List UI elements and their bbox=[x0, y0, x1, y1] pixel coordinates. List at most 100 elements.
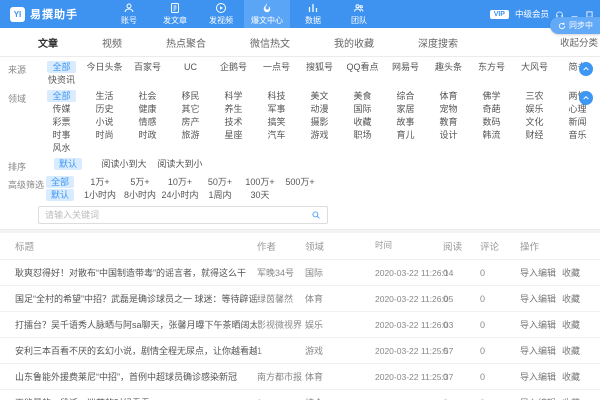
article-title[interactable]: 正能量的一段话，迷茫的时候看看 bbox=[0, 396, 257, 400]
filter-chip[interactable]: 美食 bbox=[341, 90, 384, 102]
filter-chip[interactable]: 全部 bbox=[40, 176, 80, 188]
filter-chip[interactable]: 大风号 bbox=[513, 61, 556, 73]
tab-0[interactable]: 文章 bbox=[38, 35, 58, 50]
search-input[interactable] bbox=[45, 210, 311, 220]
tab-1[interactable]: 视频 bbox=[102, 35, 122, 50]
filter-chip[interactable]: 情感 bbox=[126, 116, 169, 128]
filter-chip[interactable]: 阅读大到小 bbox=[152, 158, 208, 170]
filter-chip[interactable]: 今日头条 bbox=[83, 61, 126, 73]
tab-3[interactable]: 微信热文 bbox=[250, 35, 290, 50]
filter-chip[interactable]: 趣头条 bbox=[427, 61, 470, 73]
filter-chip[interactable]: 军事 bbox=[255, 103, 298, 115]
filter-chip[interactable]: 社会 bbox=[126, 90, 169, 102]
collapse-up-button[interactable] bbox=[579, 91, 593, 105]
filter-chip[interactable]: 设计 bbox=[427, 129, 470, 141]
filter-chip[interactable]: 30天 bbox=[240, 189, 280, 201]
filter-chip[interactable]: 健康 bbox=[126, 103, 169, 115]
filter-chip[interactable]: 风水 bbox=[40, 142, 83, 154]
filter-chip[interactable]: 音乐 bbox=[556, 129, 599, 141]
filter-chip[interactable]: 传媒 bbox=[40, 103, 83, 115]
nav-item-team[interactable]: 团队 bbox=[336, 0, 382, 28]
collapse-up-button[interactable] bbox=[579, 62, 593, 76]
nav-item-video[interactable]: 发视频 bbox=[198, 0, 244, 28]
import-edit-link[interactable]: 导入编辑 bbox=[520, 372, 556, 382]
filter-chip[interactable]: UC bbox=[169, 61, 212, 73]
filter-chip[interactable]: 三农 bbox=[513, 90, 556, 102]
filter-chip[interactable]: 摄影 bbox=[298, 116, 341, 128]
filter-chip[interactable]: 500万+ bbox=[280, 176, 320, 188]
favorite-link[interactable]: 收藏 bbox=[562, 294, 580, 304]
article-title[interactable]: 打擂台？吴千语秀人脉晒与阿sa聊天，张馨月曝下午茶晒阔太生活 bbox=[0, 318, 257, 331]
filter-chip[interactable]: 体育 bbox=[427, 90, 470, 102]
nav-item-fire[interactable]: 爆文中心 bbox=[244, 0, 290, 28]
search-icon[interactable] bbox=[311, 210, 321, 220]
article-title[interactable]: 耿爽怼得好！对散布“中国制造带毒”的谣言者，就得这么干 bbox=[0, 266, 257, 279]
filter-chip[interactable]: 文化 bbox=[513, 116, 556, 128]
filter-chip[interactable]: 游戏 bbox=[298, 129, 341, 141]
filter-chip[interactable]: 收藏 bbox=[341, 116, 384, 128]
nav-item-chart[interactable]: 数据 bbox=[290, 0, 336, 28]
nav-item-article[interactable]: 发文章 bbox=[152, 0, 198, 28]
filter-chip[interactable]: 时事 bbox=[40, 129, 83, 141]
filter-chip[interactable]: 百家号 bbox=[126, 61, 169, 73]
filter-chip[interactable]: 科学 bbox=[212, 90, 255, 102]
filter-chip[interactable]: 默认 bbox=[40, 189, 80, 201]
favorite-link[interactable]: 收藏 bbox=[562, 268, 580, 278]
filter-chip[interactable]: 10万+ bbox=[160, 176, 200, 188]
filter-chip[interactable]: 国际 bbox=[341, 103, 384, 115]
filter-chip[interactable]: 生活 bbox=[83, 90, 126, 102]
filter-chip[interactable]: 汽车 bbox=[255, 129, 298, 141]
filter-chip[interactable]: 韩流 bbox=[470, 129, 513, 141]
article-title[interactable]: 国足“全村的希望”中招？武磊是确诊球员之一 球迷：等待辟谣 bbox=[0, 292, 257, 305]
filter-chip[interactable]: 5万+ bbox=[120, 176, 160, 188]
filter-chip[interactable]: 搞笑 bbox=[255, 116, 298, 128]
nav-item-user[interactable]: 账号 bbox=[106, 0, 152, 28]
import-edit-link[interactable]: 导入编辑 bbox=[520, 268, 556, 278]
filter-chip[interactable]: QQ看点 bbox=[341, 61, 384, 73]
filter-chip[interactable]: 移民 bbox=[169, 90, 212, 102]
filter-chip[interactable]: 时尚 bbox=[83, 129, 126, 141]
filter-chip[interactable]: 故事 bbox=[384, 116, 427, 128]
filter-chip[interactable]: 彩票 bbox=[40, 116, 83, 128]
filter-chip[interactable]: 新闻 bbox=[556, 116, 599, 128]
filter-chip[interactable]: 1万+ bbox=[80, 176, 120, 188]
filter-chip[interactable]: 历史 bbox=[83, 103, 126, 115]
filter-chip[interactable]: 一点号 bbox=[255, 61, 298, 73]
filter-chip[interactable]: 教育 bbox=[427, 116, 470, 128]
sync-button[interactable]: 同步中 bbox=[550, 17, 600, 34]
filter-chip[interactable]: 星座 bbox=[212, 129, 255, 141]
filter-chip[interactable]: 全部 bbox=[40, 90, 83, 102]
filter-chip[interactable]: 东方号 bbox=[470, 61, 513, 73]
filter-chip[interactable]: 默认 bbox=[40, 158, 96, 170]
filter-chip[interactable]: 宠物 bbox=[427, 103, 470, 115]
filter-chip[interactable]: 网易号 bbox=[384, 61, 427, 73]
filter-chip[interactable]: 企鹅号 bbox=[212, 61, 255, 73]
filter-chip[interactable]: 养生 bbox=[212, 103, 255, 115]
filter-chip[interactable]: 小说 bbox=[83, 116, 126, 128]
filter-chip[interactable]: 科技 bbox=[255, 90, 298, 102]
filter-chip[interactable]: 8小时内 bbox=[120, 189, 160, 201]
filter-chip[interactable]: 100万+ bbox=[240, 176, 280, 188]
article-title[interactable]: 安利三本百看不厌的玄幻小说，剧情全程无尿点，让你越看越上瘾 bbox=[0, 344, 257, 357]
filter-chip[interactable]: 24小时内 bbox=[160, 189, 200, 201]
filter-chip[interactable]: 动漫 bbox=[298, 103, 341, 115]
favorite-link[interactable]: 收藏 bbox=[562, 372, 580, 382]
filter-chip[interactable]: 佛学 bbox=[470, 90, 513, 102]
tab-2[interactable]: 热点聚合 bbox=[166, 35, 206, 50]
filter-chip[interactable]: 娱乐 bbox=[513, 103, 556, 115]
favorite-link[interactable]: 收藏 bbox=[562, 346, 580, 356]
filter-chip[interactable]: 家居 bbox=[384, 103, 427, 115]
collapse-categories-link[interactable]: 收起分类 bbox=[560, 35, 598, 49]
filter-chip[interactable]: 房产 bbox=[169, 116, 212, 128]
filter-chip[interactable]: 快资讯 bbox=[40, 74, 83, 86]
tab-5[interactable]: 深度搜索 bbox=[418, 35, 458, 50]
filter-chip[interactable]: 搜狐号 bbox=[298, 61, 341, 73]
filter-chip[interactable]: 50万+ bbox=[200, 176, 240, 188]
filter-chip[interactable]: 数码 bbox=[470, 116, 513, 128]
filter-chip[interactable]: 美文 bbox=[298, 90, 341, 102]
filter-chip[interactable]: 阅读小到大 bbox=[96, 158, 152, 170]
filter-chip[interactable]: 1周内 bbox=[200, 189, 240, 201]
filter-chip[interactable]: 时政 bbox=[126, 129, 169, 141]
filter-chip[interactable]: 奇葩 bbox=[470, 103, 513, 115]
import-edit-link[interactable]: 导入编辑 bbox=[520, 320, 556, 330]
